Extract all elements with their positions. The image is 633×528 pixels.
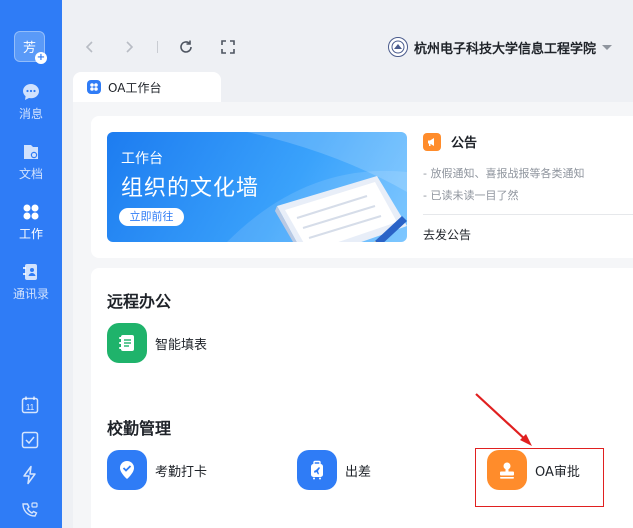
announcement-line: - 已读未读一目了然 <box>423 189 519 202</box>
sidebar-item-label: 消息 <box>18 107 43 121</box>
forward-icon[interactable] <box>120 38 138 56</box>
go-now-button[interactable]: 立即前往 <box>119 208 184 226</box>
post-announcement-link[interactable]: 去发公告 <box>423 226 471 243</box>
section-title-attendance: 校勤管理 <box>107 419 172 438</box>
sidebar-item-label: 工作 <box>18 227 43 241</box>
announcement-panel: 公告 - 放假通知、喜报战报等各类通知 - 已读未读一目了然 去发公告 <box>423 132 633 242</box>
sidebar-item-messages[interactable]: 消息 <box>0 82 62 122</box>
workbench-icon <box>23 204 39 220</box>
app-label: 考勤打卡 <box>155 464 208 480</box>
sidebar-item-work[interactable]: 工作 <box>0 202 62 242</box>
chevron-down-icon <box>602 44 613 50</box>
sidebar-item-label: 通讯录 <box>12 287 49 301</box>
luggage-icon <box>297 450 337 490</box>
top-card: 工作台 组织的文化墙 立即前往 公告 - 放假通知、喜报战报等各类通知 - 已读… <box>91 116 633 258</box>
document-icon <box>24 145 38 159</box>
left-sidebar: 芳 + 消息 文档 工作 通讯录 11 <box>0 0 62 528</box>
workbench-icon <box>87 80 101 94</box>
culture-wall-banner[interactable]: 工作台 组织的文化墙 立即前往 <box>107 132 407 242</box>
app-attendance-clock-in[interactable]: 考勤打卡 <box>107 450 207 490</box>
announcement-line: - 放假通知、喜报战报等各类通知 <box>423 167 585 180</box>
sidebar-item-documents[interactable]: 文档 <box>0 142 62 182</box>
university-logo-icon <box>388 37 408 57</box>
form-icon <box>107 323 147 363</box>
annotation-highlight-box <box>475 448 604 507</box>
video-call-icon[interactable] <box>20 500 40 520</box>
app-business-trip[interactable]: 出差 <box>297 450 371 490</box>
announcement-title: 公告 <box>451 136 478 151</box>
sidebar-item-label: 文档 <box>18 167 43 181</box>
avatar-text: 芳 <box>22 41 36 56</box>
app-smart-form[interactable]: 智能填表 <box>107 323 207 363</box>
lightning-icon[interactable] <box>20 465 40 485</box>
tab-label: OA工作台 <box>108 80 162 95</box>
toolbar-divider <box>157 41 158 53</box>
back-icon[interactable] <box>81 38 99 56</box>
calendar-icon[interactable]: 11 <box>20 395 40 415</box>
fullscreen-icon[interactable] <box>219 38 237 56</box>
annotation-arrow <box>475 393 532 446</box>
organization-switcher[interactable]: 杭州电子科技大学信息工程学院 <box>388 37 613 57</box>
app-label: 智能填表 <box>155 337 208 353</box>
tab-oa-workbench[interactable]: OA工作台 <box>73 72 221 102</box>
sidebar-item-contacts[interactable]: 通讯录 <box>0 262 62 302</box>
top-bar: 杭州电子科技大学信息工程学院 <box>62 0 633 72</box>
todo-check-icon[interactable] <box>20 430 40 450</box>
app-label: 出差 <box>345 464 372 480</box>
add-icon: + <box>35 52 47 64</box>
avatar[interactable]: 芳 + <box>14 31 47 64</box>
chat-icon <box>23 84 39 100</box>
calendar-day: 11 <box>26 403 35 412</box>
megaphone-icon <box>423 132 441 151</box>
banner-title: 组织的文化墙 <box>121 176 260 201</box>
organization-name: 杭州电子科技大学信息工程学院 <box>414 41 597 57</box>
refresh-icon[interactable] <box>177 38 195 56</box>
divider <box>423 214 633 215</box>
book-illustration <box>275 176 407 242</box>
banner-subtitle: 工作台 <box>121 151 163 167</box>
section-title-remote-office: 远程办公 <box>107 292 172 311</box>
location-check-icon <box>107 450 147 490</box>
contacts-icon <box>23 264 37 280</box>
